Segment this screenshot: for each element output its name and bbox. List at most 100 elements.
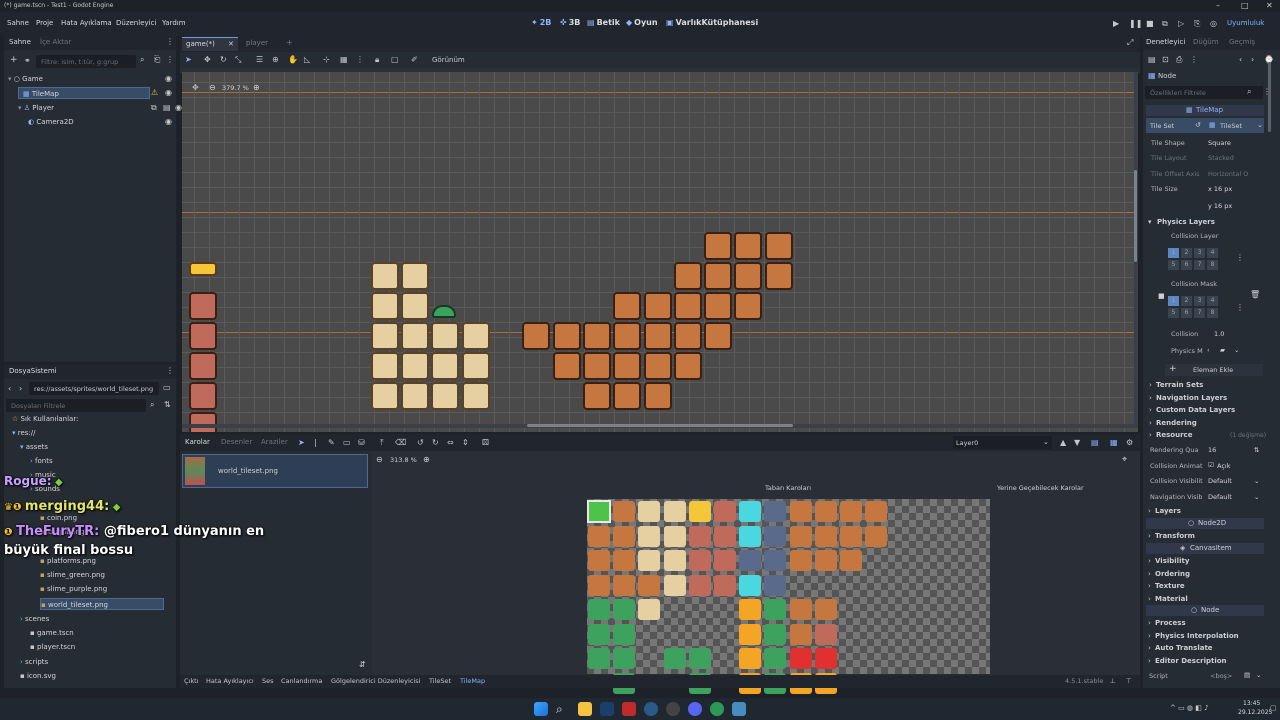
sort-icon[interactable]: ⇵: [359, 660, 366, 669]
tree-node-tilemap[interactable]: ▦ TileMap: [18, 87, 150, 99]
obs-icon[interactable]: [666, 702, 680, 716]
remote-debug-icon[interactable]: ⧉: [1162, 19, 1171, 28]
pan-icon[interactable]: ✋: [288, 55, 298, 64]
picker-tool-icon[interactable]: ⤒: [380, 438, 384, 448]
layer-bit[interactable]: 3: [1194, 296, 1205, 306]
pivot-icon[interactable]: ⊕: [272, 55, 279, 64]
property-group[interactable]: › Rendering: [1149, 418, 1265, 429]
toggle-grid-icon[interactable]: ▦: [1110, 438, 1118, 447]
tab-game-scene[interactable]: game(*) ✕: [182, 37, 238, 51]
atlas-zoom[interactable]: 313.8 %: [390, 456, 417, 464]
path-field[interactable]: res://assets/sprites/world_tileset.png: [29, 382, 159, 395]
property-value[interactable]: Square: [1208, 139, 1231, 147]
layer-bit[interactable]: 8: [1207, 308, 1218, 318]
atlas-tile[interactable]: [688, 501, 711, 522]
mode-assetlib-button[interactable]: ▣ VarlıkKütüphanesi: [666, 18, 758, 27]
tab-player-scene[interactable]: player: [246, 39, 268, 47]
warning-icon[interactable]: ⚠: [151, 88, 158, 97]
forward-icon[interactable]: ›: [19, 384, 22, 393]
zoom-level[interactable]: 379.7 %: [222, 84, 249, 92]
scene-instance-icon[interactable]: ⧉: [151, 102, 157, 114]
atlas-tile[interactable]: [840, 501, 862, 522]
atlas-tile[interactable]: [638, 574, 661, 596]
new-resource-icon[interactable]: ▤: [1148, 55, 1156, 64]
atlas-tile[interactable]: [739, 525, 762, 547]
script-icon[interactable]: ▤: [163, 102, 171, 114]
chevron-down-icon[interactable]: ⌄: [1234, 346, 1239, 354]
atlas-tile[interactable]: [764, 501, 787, 522]
atlas-tile[interactable]: [840, 525, 862, 547]
layer-bit[interactable]: 6: [1181, 260, 1192, 270]
atlas-tile[interactable]: [789, 525, 812, 547]
start-icon[interactable]: [534, 702, 548, 716]
atlas-tile[interactable]: [814, 550, 837, 571]
layer-bit[interactable]: 4: [1207, 248, 1218, 258]
layer-bit[interactable]: 1: [1168, 248, 1179, 258]
options-icon[interactable]: ⋮: [1236, 303, 1244, 312]
tab-shader-editor[interactable]: Gölgelendirici Düzenleyicisi: [331, 677, 420, 685]
atlas-tile[interactable]: [588, 574, 610, 596]
tileset-resource-value[interactable]: TileSet: [1220, 122, 1242, 130]
minimize-icon[interactable]: –: [1216, 1, 1220, 10]
rotate-right-icon[interactable]: ↻: [432, 438, 439, 447]
tab-terrains[interactable]: Araziler: [261, 438, 288, 446]
property-group[interactable]: › Terrain Sets: [1149, 380, 1265, 391]
atlas-tile[interactable]: [739, 599, 762, 620]
search-icon[interactable]: ⌕: [556, 702, 570, 716]
inspector-filter-input[interactable]: Özellikleri Filtrele: [1145, 86, 1263, 99]
rotate-tool-icon[interactable]: ↻: [220, 55, 227, 64]
expand-icon[interactable]: ⊤: [1126, 677, 1132, 685]
file-tree-row[interactable]: ▪ game.tscn: [30, 627, 164, 639]
eraser-tool-icon[interactable]: ⌫: [395, 438, 406, 447]
play-custom-icon[interactable]: ⎘: [1194, 19, 1203, 28]
atlas-tile[interactable]: [814, 648, 837, 669]
atlas-tile[interactable]: [688, 648, 711, 669]
close-icon[interactable]: ✕: [1266, 1, 1273, 10]
atlas-tile[interactable]: [789, 623, 812, 645]
menu-help[interactable]: Yardım: [162, 19, 186, 27]
layer-bit[interactable]: 2: [1181, 248, 1192, 258]
atlas-tile[interactable]: [613, 550, 636, 571]
rect-tool-icon[interactable]: ▭: [343, 438, 351, 447]
move-tool-icon[interactable]: ✥: [204, 55, 211, 64]
file-tree-row[interactable]: › scenes: [20, 613, 164, 625]
atlas-tile[interactable]: [789, 550, 812, 571]
tab-tiles[interactable]: Karolar: [185, 438, 210, 446]
highlight-layer-icon[interactable]: ▤: [1091, 438, 1099, 447]
atlas-tile[interactable]: [638, 525, 661, 547]
atlas-tile[interactable]: [688, 550, 711, 571]
paint-tool-icon[interactable]: ✎: [328, 438, 335, 447]
atlas-tile[interactable]: [613, 599, 636, 620]
checkbox-icon[interactable]: ☑: [1208, 461, 1214, 469]
visibility-eye-icon[interactable]: ◉: [175, 102, 182, 114]
atlas-tile[interactable]: [764, 648, 787, 669]
flip-h-icon[interactable]: ⇔: [447, 438, 454, 447]
atlas-tile[interactable]: [688, 525, 711, 547]
file-tree-row[interactable]: ▪ player.tscn: [30, 641, 164, 653]
tab-history[interactable]: Geçmiş: [1229, 38, 1255, 46]
collision-layer-grid[interactable]: 1234 5678: [1168, 248, 1218, 272]
atlas-tile[interactable]: [588, 525, 610, 547]
tab-tilemap[interactable]: TileMap: [460, 677, 485, 685]
view-menu[interactable]: Görünüm: [432, 56, 465, 64]
back-icon[interactable]: ‹: [1239, 55, 1242, 64]
tab-tileset[interactable]: TileSet: [429, 677, 451, 685]
split-view-icon[interactable]: ▭: [163, 383, 171, 392]
notification-icon[interactable]: ▢: [1270, 704, 1277, 712]
flip-v-icon[interactable]: ⇕: [462, 438, 469, 447]
layer-bit[interactable]: 4: [1207, 296, 1218, 306]
tree-node-camera[interactable]: ◐ Camera2D ◉: [28, 116, 174, 128]
collision-priority-value[interactable]: 1.0: [1214, 330, 1224, 338]
forward-icon[interactable]: ›: [1251, 55, 1254, 64]
add-element-button[interactable]: + Eleman Ekle: [1165, 364, 1263, 376]
menu-dots-icon[interactable]: ⋮: [166, 366, 174, 375]
h-scrollbar[interactable]: [182, 424, 1138, 428]
scale-tool-icon[interactable]: ⤡: [235, 55, 241, 65]
atlas-tile[interactable]: [764, 525, 787, 547]
atlas-tile[interactable]: [814, 623, 837, 645]
movie-icon[interactable]: ◎: [1210, 19, 1219, 28]
category-row[interactable]: › Texture: [1148, 581, 1264, 592]
file-tree-row[interactable]: ▾ res://: [12, 427, 164, 439]
discord-icon[interactable]: [688, 702, 702, 716]
search-icon[interactable]: ⌕: [140, 55, 144, 65]
